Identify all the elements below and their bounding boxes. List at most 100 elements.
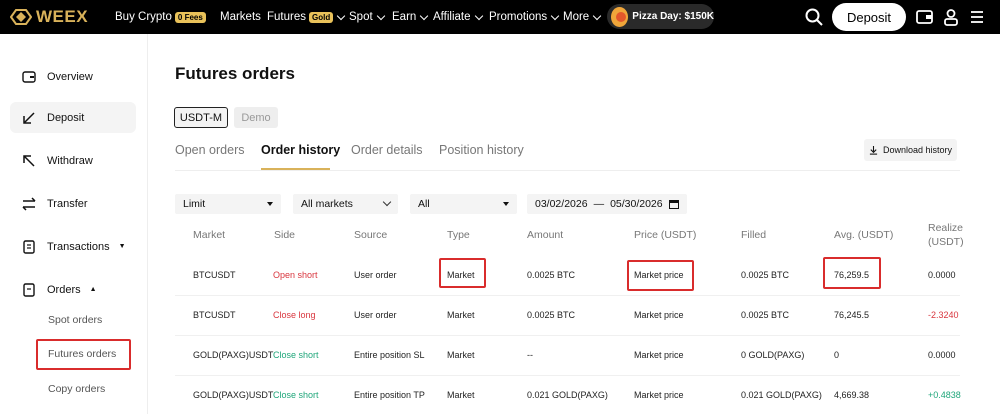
- order-type-select[interactable]: Limit: [175, 194, 281, 214]
- sidebar-sub-copy-orders[interactable]: Copy orders: [48, 383, 105, 395]
- cell-side: Open short: [273, 270, 318, 280]
- column-header-price: Price (USDT): [634, 229, 697, 241]
- sidebar-item-orders[interactable]: Orders ▲: [10, 274, 136, 305]
- caret-down-icon: [267, 202, 273, 206]
- sidebar-item-transactions[interactable]: Transactions ▼: [10, 231, 136, 262]
- menu-icon[interactable]: [967, 7, 987, 27]
- nav-futures[interactable]: Futures Gold: [267, 0, 346, 34]
- nav-promotions[interactable]: Promotions: [489, 0, 560, 34]
- zero-fees-badge: 0 Fees: [174, 11, 206, 23]
- nav-label: Promotions: [489, 11, 548, 23]
- nav-label: Futures: [267, 11, 306, 23]
- nav-label: More: [563, 11, 590, 23]
- sidebar-item-transfer[interactable]: Transfer: [10, 188, 136, 219]
- cell-type: Market: [447, 350, 475, 360]
- list-icon: [23, 239, 35, 254]
- nav-markets[interactable]: Markets: [220, 0, 261, 34]
- sidebar-item-withdraw[interactable]: Withdraw: [10, 145, 136, 176]
- chevron-down-icon: [376, 11, 385, 20]
- cell-price: Market price: [634, 310, 684, 320]
- cell-avg: 4,669.38: [834, 390, 870, 400]
- arrow-down-left-icon: [23, 111, 35, 124]
- market-select[interactable]: All markets: [293, 194, 398, 214]
- pizza-icon: [611, 6, 629, 27]
- sidebar-item-overview[interactable]: Overview: [10, 61, 136, 92]
- weex-logo[interactable]: WEEX: [10, 6, 88, 28]
- cell-source: User order: [354, 310, 397, 320]
- logo-mark-icon: [10, 9, 32, 25]
- column-header-source: Source: [354, 229, 388, 241]
- column-header-realized-unit: (USDT): [928, 236, 964, 248]
- filter-value: Limit: [183, 198, 206, 210]
- cell-source: Entire position SL: [354, 350, 425, 360]
- column-header-realized: Realize: [928, 222, 964, 234]
- nav-label: Earn: [392, 11, 417, 23]
- sidebar-item-label: Transactions: [47, 240, 110, 253]
- cell-price: Market price: [634, 390, 684, 400]
- cell-source: Entire position TP: [354, 390, 425, 400]
- caret-up-icon: ▲: [89, 286, 97, 293]
- cell-realized: 0.0000: [928, 270, 956, 280]
- arrow-up-right-icon: [23, 154, 35, 167]
- date-range-picker[interactable]: 03/02/2026 — 05/30/2026: [527, 194, 687, 214]
- cell-market: GOLD(PAXG)USDT: [193, 390, 274, 400]
- cell-type: Market: [447, 270, 475, 280]
- sidebar-item-label: Deposit: [47, 111, 85, 124]
- chevron-down-icon: [550, 11, 560, 20]
- user-icon[interactable]: [941, 7, 961, 27]
- nav-label: Markets: [220, 11, 261, 23]
- cell-price: Market price: [634, 270, 684, 280]
- wallet-icon[interactable]: [915, 7, 935, 27]
- sidebar-item-label: Transfer: [47, 197, 88, 210]
- chevron-down-icon: [474, 11, 483, 20]
- cell-side: Close short: [273, 390, 319, 400]
- nav-spot[interactable]: Spot: [349, 0, 385, 34]
- tab-open-orders[interactable]: Open orders: [175, 143, 244, 157]
- side-select[interactable]: All: [410, 194, 517, 214]
- cell-realized: +0.4838: [928, 390, 961, 400]
- search-icon[interactable]: [804, 7, 824, 27]
- cell-realized: 0.0000: [928, 350, 956, 360]
- demo-toggle[interactable]: Demo: [234, 107, 278, 128]
- calendar-icon: [669, 200, 679, 209]
- cell-source: User order: [354, 270, 397, 280]
- tab-order-details[interactable]: Order details: [351, 143, 423, 157]
- cell-side: Close short: [273, 350, 319, 360]
- sidebar-item-label: Orders: [47, 283, 81, 296]
- caret-down-icon: ▼: [118, 243, 126, 250]
- cell-type: Market: [447, 390, 475, 400]
- tab-order-history[interactable]: Order history: [261, 143, 340, 157]
- sidebar-sub-futures-orders[interactable]: Futures orders: [48, 348, 116, 360]
- cell-filled: 0 GOLD(PAXG): [741, 350, 805, 360]
- cell-avg: 76,245.5: [834, 310, 870, 320]
- sidebar-sub-spot-orders[interactable]: Spot orders: [48, 314, 102, 326]
- sidebar-item-deposit[interactable]: Deposit: [10, 102, 136, 133]
- nav-buy-crypto[interactable]: Buy Crypto 0 Fees: [115, 0, 206, 34]
- chevron-down-icon: [382, 197, 392, 207]
- cell-market: BTCUSDT: [193, 310, 236, 320]
- cell-amount: --: [527, 350, 533, 360]
- column-header-filled: Filled: [741, 229, 767, 241]
- column-header-market: Market: [193, 229, 226, 241]
- tab-position-history[interactable]: Position history: [439, 143, 524, 157]
- transfer-icon: [22, 196, 36, 211]
- nav-more[interactable]: More: [563, 0, 602, 34]
- filter-value: All: [418, 198, 430, 210]
- date-from: 03/02/2026: [535, 198, 588, 210]
- top-navbar: WEEX Buy Crypto 0 Fees Markets Futures G…: [0, 0, 1000, 34]
- chevron-down-icon: [420, 11, 429, 20]
- cell-realized: -2.3240: [928, 310, 959, 320]
- tabs-divider: [175, 170, 960, 171]
- column-header-side: Side: [274, 229, 296, 241]
- cell-amount: 0.021 GOLD(PAXG): [527, 390, 608, 400]
- cell-type: Market: [447, 310, 475, 320]
- cell-market: BTCUSDT: [193, 270, 236, 280]
- deposit-button[interactable]: Deposit: [832, 3, 906, 31]
- cell-filled: 0.0025 BTC: [741, 270, 790, 280]
- pizza-day-promo[interactable]: Pizza Day: $150K: [607, 4, 714, 29]
- cell-amount: 0.0025 BTC: [527, 310, 576, 320]
- nav-affiliate[interactable]: Affiliate: [433, 0, 483, 34]
- usdt-m-toggle[interactable]: USDT-M: [174, 107, 228, 128]
- nav-earn[interactable]: Earn: [392, 0, 429, 34]
- download-history-button[interactable]: Download history: [864, 139, 957, 161]
